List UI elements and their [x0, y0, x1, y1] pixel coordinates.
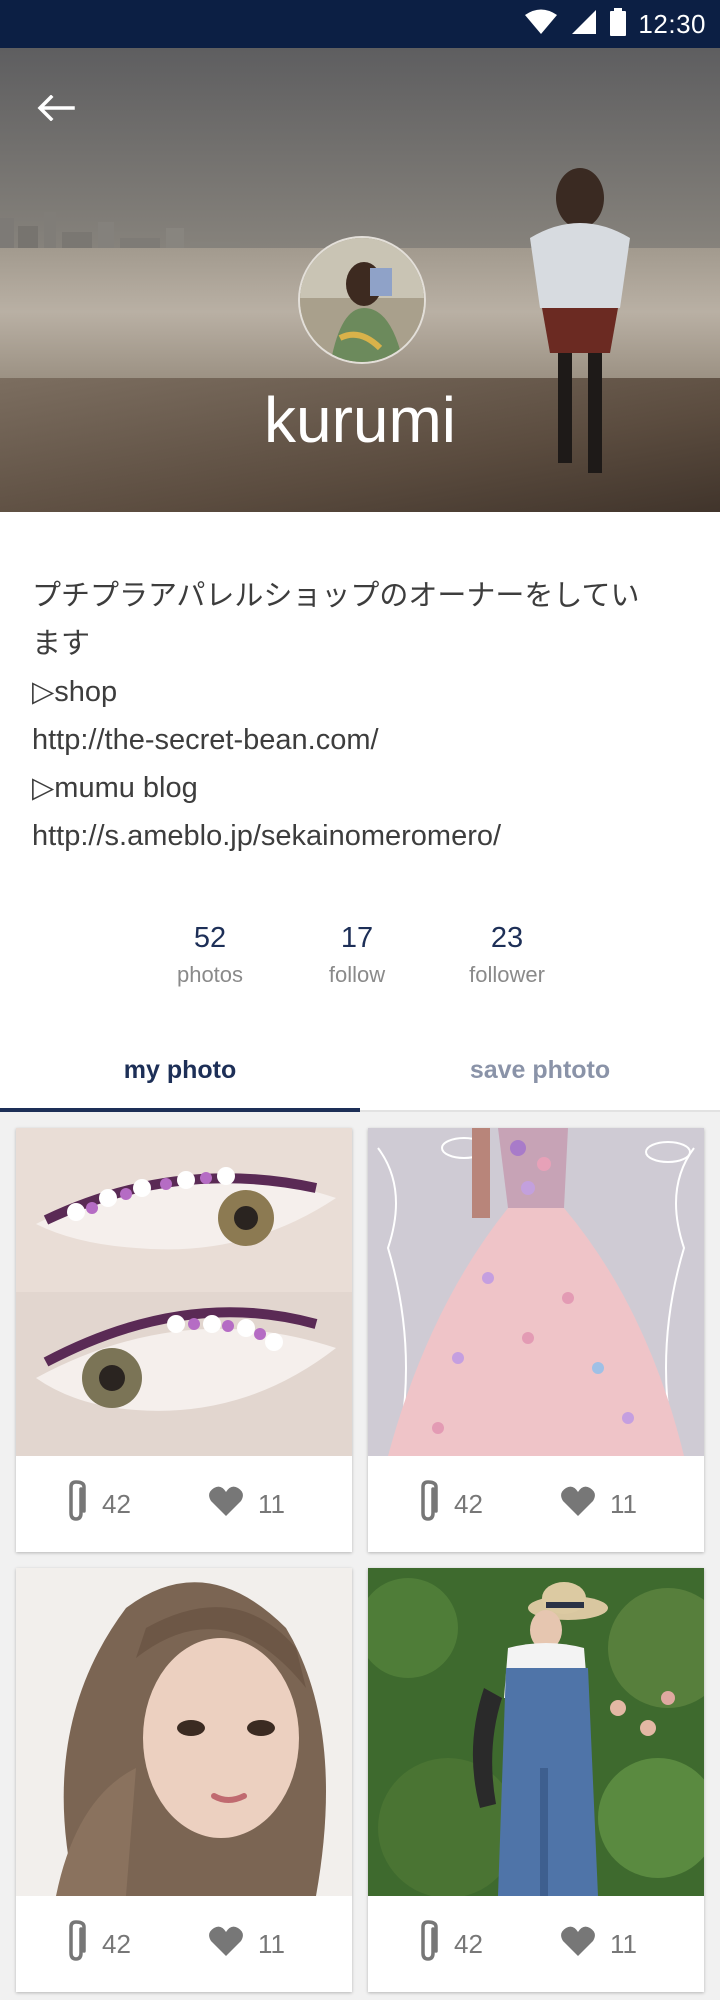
- clip-count-value: 42: [102, 1488, 131, 1519]
- stat-label: follower: [469, 962, 545, 987]
- stat-follow[interactable]: 17 follow: [287, 918, 427, 992]
- photo-grid: 42 11 42 11 42 11 42 11: [0, 1112, 720, 2000]
- avatar-image: [300, 238, 424, 362]
- like-count-value: 11: [258, 1928, 285, 1959]
- like-count-value: 11: [258, 1488, 285, 1519]
- wifi-icon: [524, 8, 558, 41]
- stat-value: 52: [193, 922, 227, 954]
- paperclip-icon: [416, 1919, 440, 1970]
- bio-link-shop[interactable]: http://the-secret-bean.com/: [32, 716, 692, 764]
- like-count[interactable]: 11: [208, 1925, 285, 1964]
- photo-meta: 42 11: [368, 1456, 704, 1552]
- photo-card[interactable]: 42 11: [368, 1568, 704, 1992]
- arrow-left-icon: [37, 94, 75, 126]
- photo-card[interactable]: 42 11: [368, 1128, 704, 1552]
- stat-label: follow: [328, 962, 386, 987]
- bio-line: ▷shop: [32, 676, 118, 708]
- signal-icon: [570, 8, 598, 41]
- clip-count-value: 42: [454, 1928, 483, 1959]
- stat-label: photos: [176, 962, 244, 987]
- photo-image[interactable]: [368, 1128, 704, 1456]
- bio-link-blog[interactable]: http://s.ameblo.jp/sekainomeromero/: [32, 812, 692, 860]
- photo-meta: 42 11: [16, 1456, 352, 1552]
- clip-count[interactable]: 42: [416, 1919, 483, 1970]
- avatar[interactable]: [298, 236, 426, 364]
- bio-line: プチプラアパレルショップのオーナーをしてい: [32, 580, 640, 612]
- heart-icon: [560, 1925, 596, 1964]
- status-icons: 12:30: [524, 0, 706, 48]
- clip-count-value: 42: [102, 1928, 131, 1959]
- stat-photos[interactable]: 52 photos: [140, 918, 280, 992]
- like-count-value: 11: [610, 1928, 637, 1959]
- profile-username: kurumi: [263, 384, 457, 456]
- heart-icon: [208, 1925, 244, 1964]
- status-time: 12:30: [638, 8, 706, 39]
- stat-value: 17: [340, 922, 374, 954]
- photo-meta: 42 11: [368, 1896, 704, 1992]
- bio-line: ▷mumu blog: [32, 772, 198, 804]
- heart-icon: [208, 1485, 244, 1524]
- heart-icon: [560, 1485, 596, 1524]
- photo-image[interactable]: [16, 1568, 352, 1896]
- back-button[interactable]: [30, 84, 82, 136]
- bio-line: ます: [32, 628, 91, 660]
- like-count[interactable]: 11: [560, 1485, 637, 1524]
- clip-count[interactable]: 42: [64, 1479, 131, 1530]
- photo-image[interactable]: [368, 1568, 704, 1896]
- clip-count[interactable]: 42: [64, 1919, 131, 1970]
- profile-header: kurumi: [0, 48, 720, 512]
- photo-card[interactable]: 42 11: [16, 1568, 352, 1992]
- stat-value: 23: [490, 922, 524, 954]
- status-bar: 12:30: [0, 0, 720, 48]
- like-count-value: 11: [610, 1488, 637, 1519]
- profile-tabs: my photo save phtoto: [0, 1028, 720, 1112]
- photo-card[interactable]: 42 11: [16, 1128, 352, 1552]
- profile-bio: プチプラアパレルショップのオーナーをしてい ます ▷shop http://th…: [32, 572, 692, 860]
- clip-count[interactable]: 42: [416, 1479, 483, 1530]
- tab-my-photo[interactable]: my photo: [0, 1028, 360, 1112]
- paperclip-icon: [416, 1479, 440, 1530]
- photo-meta: 42 11: [16, 1896, 352, 1992]
- tab-save-photo[interactable]: save phtoto: [360, 1028, 720, 1112]
- clip-count-value: 42: [454, 1488, 483, 1519]
- like-count[interactable]: 11: [208, 1485, 285, 1524]
- photo-image[interactable]: [16, 1128, 352, 1456]
- like-count[interactable]: 11: [560, 1925, 637, 1964]
- cover-figure: [530, 168, 630, 473]
- stat-follower[interactable]: 23 follower: [437, 918, 577, 992]
- paperclip-icon: [64, 1479, 88, 1530]
- battery-icon: [610, 7, 627, 41]
- paperclip-icon: [64, 1919, 88, 1970]
